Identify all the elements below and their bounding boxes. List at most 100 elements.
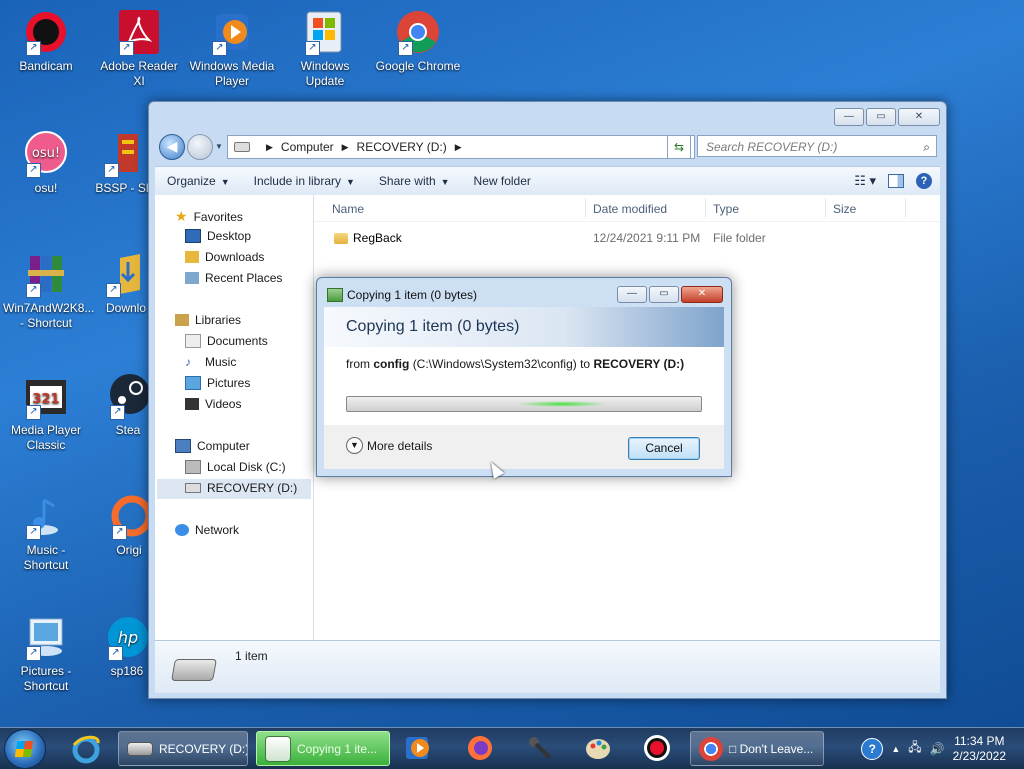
refresh-button[interactable]: ⇆ (667, 135, 691, 159)
close-button[interactable]: ✕ (681, 286, 723, 303)
nav-item-recent-places[interactable]: Recent Places (185, 271, 282, 285)
osu-icon: osu! ↗ (22, 130, 70, 178)
desktop-icon-media-player[interactable]: ↗ Windows Media Player (189, 8, 275, 89)
minimize-button[interactable]: — (617, 286, 647, 303)
taskbar-button-copying[interactable]: Copying 1 ite... (256, 731, 390, 766)
nav-item-documents[interactable]: Documents (185, 334, 268, 348)
ie-icon[interactable] (70, 733, 102, 765)
desktop-icon-label: Adobe Reader XI (100, 59, 178, 88)
column-date-modified[interactable]: Date modified (593, 202, 667, 216)
network-icon[interactable]: 🖧 (908, 738, 921, 759)
table-row[interactable]: RegBack 12/24/2021 9:11 PM File folder (314, 229, 940, 249)
desktop-icon-chrome[interactable]: ↗ Google Chrome (375, 8, 461, 74)
file-type: File folder (713, 231, 766, 245)
desktop-icon-label: Music - Shortcut (23, 543, 69, 572)
paint-icon[interactable] (584, 734, 612, 762)
steam-icon: ↗ (106, 372, 150, 420)
desktop-icon-adobe-reader[interactable]: ↗ Adobe Reader XI (96, 8, 182, 89)
chrome-icon: ↗ (394, 8, 442, 56)
taskbar-button-explorer[interactable]: RECOVERY (D:) (118, 731, 248, 766)
desktop-icon-pictures[interactable]: ↗ Pictures - Shortcut (3, 613, 89, 694)
nav-item-recovery[interactable]: RECOVERY (D:) (185, 481, 297, 495)
breadcrumb-recovery[interactable]: RECOVERY (D:) (357, 140, 447, 154)
command-bar: Organize ▼ Include in library ▼ Share with… (155, 166, 940, 196)
nav-item-desktop[interactable]: Desktop (185, 229, 251, 243)
column-size[interactable]: Size (833, 202, 856, 216)
breadcrumb-computer[interactable]: Computer (281, 140, 334, 154)
include-in-library-menu[interactable]: Include in library ▼ (242, 174, 367, 188)
desktop-icon-steam[interactable]: ↗ Stea (106, 372, 150, 438)
column-name[interactable]: Name (332, 202, 364, 216)
nav-label: Pictures (207, 376, 251, 390)
nav-item-local-disk[interactable]: Local Disk (C:) (185, 460, 286, 474)
clock-time: 11:34 PM (954, 733, 1005, 748)
microphone-icon[interactable] (526, 734, 554, 762)
adobe-reader-icon: ↗ (115, 8, 163, 56)
desktop-icon-origin[interactable]: ↗ Origi (108, 492, 150, 558)
volume-icon[interactable]: 🔊 (930, 742, 945, 756)
nav-libraries[interactable]: Libraries (175, 313, 241, 327)
maximize-button[interactable]: ▭ (866, 108, 896, 126)
preview-pane-icon[interactable] (888, 174, 904, 188)
taskbar-button-chrome[interactable]: □ Don't Leave... (690, 731, 824, 766)
start-button[interactable] (4, 729, 46, 769)
progress-glow (517, 401, 607, 407)
file-name: RegBack (353, 231, 402, 245)
organize-menu[interactable]: Organize ▼ (155, 174, 242, 188)
bandicam-taskbar-icon[interactable] (643, 734, 671, 762)
desktop-icon-hp[interactable]: hp ↗ sp186 (104, 613, 150, 679)
back-button[interactable]: ◀ (159, 134, 185, 160)
taskbar-label: □ Don't Leave... (729, 741, 814, 756)
desktop-icon-music[interactable]: ↗ Music - Shortcut (3, 492, 89, 573)
media-player-icon: ↗ (208, 8, 256, 56)
desktop-icon-osu[interactable]: osu! ↗ osu! (3, 130, 89, 196)
taskbar-label: RECOVERY (D:) (159, 741, 248, 756)
system-tray: ? ▲ 🖧 🔊 11:34 PM 2/23/2022 (861, 728, 1024, 769)
desktop-icon-winrar[interactable]: ↗ Win7AndW2K8... - Shortcut (3, 250, 94, 331)
desktop-icon-bandicam[interactable]: ↗ Bandicam (3, 8, 89, 74)
help-icon[interactable]: ? (861, 737, 884, 760)
search-icon[interactable]: ⌕ (923, 136, 930, 158)
media-player-taskbar-icon[interactable] (404, 734, 432, 762)
minimize-button[interactable]: — (834, 108, 864, 126)
more-details-toggle[interactable]: ▼ More details (346, 437, 432, 454)
chevron-right-icon: ▶ (266, 141, 273, 152)
nav-favorites[interactable]: ★ Favorites (175, 208, 243, 225)
search-input[interactable]: Search RECOVERY (D:) ⌕ (697, 135, 937, 157)
folder-icon (334, 233, 348, 244)
nav-item-downloads[interactable]: Downloads (185, 250, 264, 264)
nav-network[interactable]: Network (175, 523, 239, 537)
change-view-icon[interactable]: ☷ ▾ (854, 173, 876, 189)
nav-item-music[interactable]: ♪ Music (185, 355, 236, 369)
copy-progress-dialog: Copying 1 item (0 bytes) — ▭ ✕ Copying 1… (316, 277, 732, 477)
desktop-icon-mpc[interactable]: 321 ↗ Media Player Classic (3, 372, 89, 453)
desktop-icon-windows-update[interactable]: ↗ Windows Update (282, 8, 368, 89)
close-button[interactable]: ✕ (898, 108, 940, 126)
new-folder-button[interactable]: New folder (462, 174, 543, 188)
cancel-button[interactable]: Cancel (628, 437, 700, 460)
forward-button[interactable] (187, 134, 213, 160)
desktop-icon-bssp[interactable]: ↗ BSSP - Sh (94, 130, 154, 196)
nav-item-videos[interactable]: Videos (185, 397, 241, 411)
nav-label: Music (205, 355, 237, 369)
firefox-icon[interactable] (466, 734, 494, 762)
desktop-icon-label: Pictures - Shortcut (20, 664, 72, 693)
drive-icon (185, 483, 201, 493)
share-with-menu[interactable]: Share with ▼ (367, 174, 462, 188)
nav-item-pictures[interactable]: Pictures (185, 376, 250, 390)
desktop-icon-label: Bandicam (19, 59, 73, 73)
column-type[interactable]: Type (713, 202, 739, 216)
help-icon[interactable]: ? (916, 173, 932, 189)
clock[interactable]: 11:34 PM 2/23/2022 (953, 734, 1006, 764)
maximize-button[interactable]: ▭ (649, 286, 679, 303)
dialog-title: Copying 1 item (0 bytes) (347, 288, 478, 302)
nav-computer[interactable]: Computer (175, 439, 250, 453)
desktop-icon-label: Stea (115, 423, 141, 437)
desktop-icon-downloads[interactable]: ↗ Downlo (100, 250, 152, 316)
nav-label: Favorites (193, 209, 243, 224)
show-hidden-icons[interactable]: ▲ (891, 744, 900, 754)
recent-pages-dropdown[interactable]: ▼ (215, 142, 223, 151)
navigation-bar: ◀ ▼ ▶ Computer ▶ RECOVERY (D:) ▶ ▼ ⇆ Sea… (155, 132, 940, 160)
address-bar[interactable]: ▶ Computer ▶ RECOVERY (D:) ▶ ▼ (227, 135, 695, 159)
destination-name: RECOVERY (D:) (593, 357, 685, 371)
